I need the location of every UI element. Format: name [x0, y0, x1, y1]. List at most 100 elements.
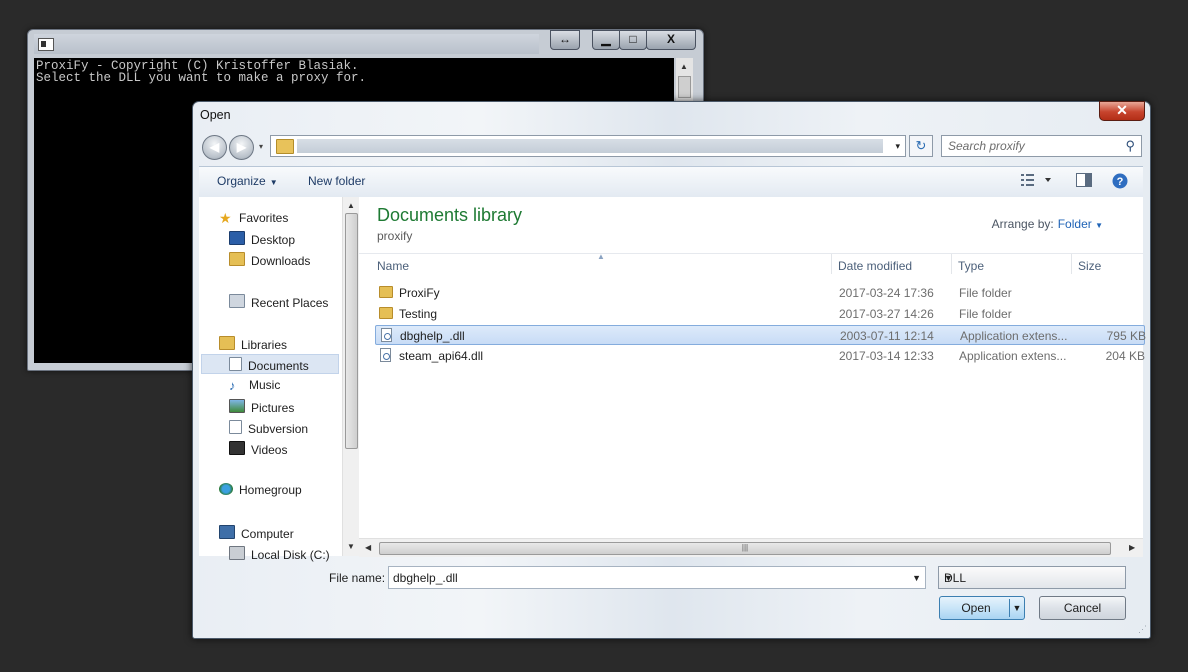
file-date: 2017-03-27 14:26 [839, 307, 934, 321]
nav-label: Libraries [241, 338, 288, 352]
column-divider[interactable] [831, 254, 832, 274]
file-date: 2003-07-11 12:14 [840, 329, 934, 343]
nav-label: Recent Places [251, 296, 329, 310]
chevron-down-icon[interactable]: ▼ [912, 573, 921, 583]
nav-label: Music [249, 378, 281, 392]
cancel-button[interactable]: Cancel [1039, 596, 1126, 620]
nav-label: Desktop [251, 233, 296, 247]
open-split-dropdown-icon[interactable]: ▼ [1009, 599, 1024, 617]
help-icon[interactable]: ? [1112, 173, 1128, 189]
file-row[interactable]: Testing 2017-03-27 14:26 File folder [375, 304, 1145, 324]
organize-menu[interactable]: Organize ▼ [217, 174, 278, 188]
preview-pane-icon[interactable] [1076, 173, 1092, 188]
view-options-icon[interactable] [1021, 173, 1051, 188]
file-name-combobox[interactable]: ▼ [388, 566, 926, 589]
address-bar[interactable]: ▾ [270, 135, 906, 157]
dialog-close-button[interactable]: ✕ [1099, 101, 1145, 121]
console-title-bar[interactable] [34, 34, 539, 54]
homegroup-icon [219, 483, 233, 495]
refresh-button[interactable]: ↻ [909, 135, 933, 157]
open-dialog: Open ✕ ◀ ▶ ▾ ▾ ↻ ⚲ Organize▼ New folder … [192, 101, 1151, 639]
open-button[interactable]: Open ▼ [939, 596, 1025, 620]
resize-grip-icon[interactable]: ⋰ [1138, 624, 1147, 635]
recent-locations-icon[interactable]: ▾ [259, 142, 263, 151]
horizontal-scroll-thumb[interactable]: ||| [379, 542, 1111, 555]
nav-label: Homegroup [239, 483, 302, 497]
arrange-by: Arrange by: Folder ▼ [992, 217, 1103, 231]
scroll-up-icon[interactable]: ▲ [680, 62, 688, 71]
nav-recent-places[interactable]: Recent Places [229, 294, 328, 310]
nav-pictures[interactable]: Pictures [229, 399, 294, 415]
chevron-down-icon[interactable]: ▾ [895, 141, 900, 152]
new-folder-button[interactable]: New folder [308, 174, 365, 188]
computer-icon [219, 525, 235, 539]
folder-icon [379, 307, 393, 319]
folder-icon [276, 139, 294, 154]
nav-computer[interactable]: Computer [219, 525, 294, 541]
console-scroll-thumb[interactable] [678, 76, 691, 98]
file-size: 204 KB [1105, 349, 1145, 363]
nav-music[interactable]: ♪ Music [229, 378, 281, 393]
scroll-left-icon[interactable]: ◀ [365, 543, 371, 552]
column-date-modified[interactable]: Date modified [838, 259, 912, 273]
chevron-down-icon: ▼ [1095, 221, 1103, 230]
column-name[interactable]: Name [377, 259, 409, 273]
arrange-by-dropdown[interactable]: Folder ▼ [1058, 217, 1103, 231]
disk-icon [229, 546, 245, 560]
scroll-up-icon[interactable]: ▲ [347, 201, 355, 210]
nav-label: Favorites [239, 211, 289, 225]
navigation-scrollbar[interactable]: ▲ ▼ [342, 197, 359, 556]
arrange-label: Arrange by: [991, 217, 1054, 231]
file-date: 2017-03-24 17:36 [839, 286, 934, 300]
search-input[interactable] [948, 139, 1113, 153]
nav-subversion[interactable]: Subversion [229, 420, 308, 436]
console-maximize-button[interactable]: □ [619, 30, 647, 50]
pictures-icon [229, 399, 245, 413]
nav-documents[interactable]: Documents [229, 357, 309, 373]
file-row-selected[interactable]: dbghelp_.dll 2003-07-11 12:14 Applicatio… [375, 325, 1146, 345]
file-name-input[interactable] [393, 571, 903, 585]
column-type[interactable]: Type [958, 259, 984, 273]
videos-icon [229, 441, 245, 455]
nav-downloads[interactable]: Downloads [229, 252, 310, 268]
documents-icon [229, 357, 242, 371]
column-size[interactable]: Size [1078, 259, 1101, 273]
file-type: Application extens... [959, 349, 1067, 363]
file-name: steam_api64.dll [399, 349, 484, 363]
console-resize-button[interactable]: ↔ [550, 30, 580, 50]
search-icon[interactable]: ⚲ [1125, 138, 1135, 154]
svg-text:?: ? [1117, 176, 1124, 188]
console-minimize-button[interactable]: ▁ [592, 30, 620, 50]
library-subtitle: proxify [377, 229, 413, 243]
back-button[interactable]: ◀ [202, 135, 227, 160]
address-path[interactable] [297, 139, 883, 153]
folder-icon [379, 286, 393, 298]
chevron-down-icon: ▼ [269, 178, 278, 187]
nav-desktop[interactable]: Desktop [229, 231, 295, 247]
column-divider[interactable] [951, 254, 952, 274]
file-date: 2017-03-14 12:33 [839, 349, 934, 363]
dll-file-icon [381, 328, 392, 342]
music-icon: ♪ [229, 378, 236, 393]
nav-label: Pictures [251, 401, 295, 415]
scroll-down-icon[interactable]: ▼ [347, 542, 355, 551]
scroll-right-icon[interactable]: ▶ [1129, 543, 1135, 552]
nav-videos[interactable]: Videos [229, 441, 287, 457]
horizontal-scrollbar[interactable]: ◀ ||| ▶ [359, 538, 1143, 557]
column-divider[interactable] [1071, 254, 1072, 274]
nav-homegroup[interactable]: Homegroup [219, 483, 302, 497]
nav-local-disk[interactable]: Local Disk (C:) [229, 546, 330, 562]
nav-label: Subversion [248, 422, 309, 436]
forward-button[interactable]: ▶ [229, 135, 254, 160]
nav-favorites[interactable]: ★ Favorites [219, 210, 289, 226]
search-box[interactable]: ⚲ [941, 135, 1142, 157]
file-row[interactable]: steam_api64.dll 2017-03-14 12:33 Applica… [375, 346, 1145, 366]
file-row[interactable]: ProxiFy 2017-03-24 17:36 File folder [375, 283, 1145, 303]
console-close-button[interactable]: X [646, 30, 696, 50]
file-type: Application extens... [960, 329, 1068, 343]
file-type-select[interactable]: DLL ▼ [938, 566, 1126, 589]
file-type: File folder [959, 307, 1012, 321]
nav-libraries[interactable]: Libraries [219, 336, 287, 352]
navigation-scroll-thumb[interactable] [345, 213, 358, 449]
file-list-pane: Documents library proxify Arrange by: Fol… [359, 197, 1146, 556]
